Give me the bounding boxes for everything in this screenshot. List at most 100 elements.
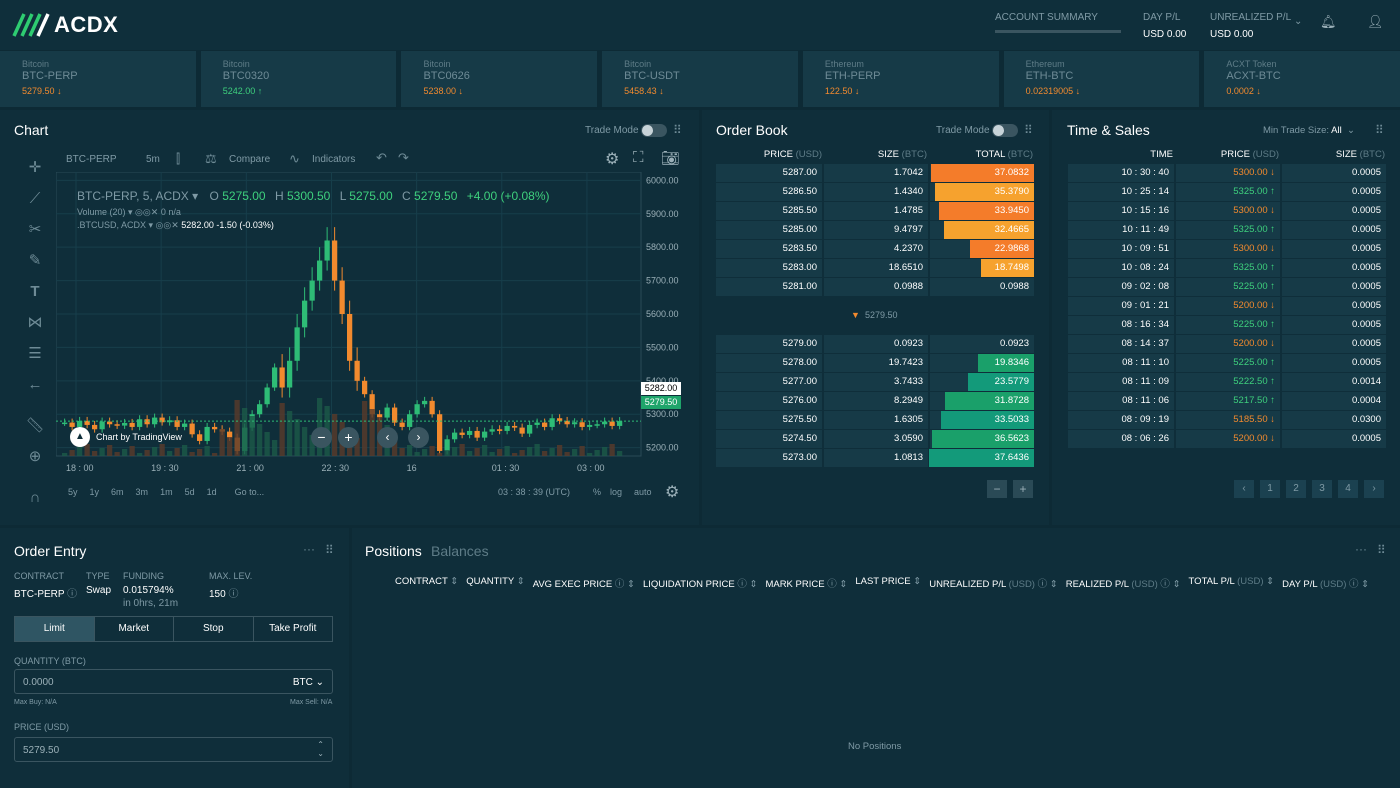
- time-range-button[interactable]: 1m: [160, 487, 173, 497]
- ticker-card[interactable]: Bitcoin BTC0320 5242.00 ↑: [200, 51, 397, 107]
- bid-row[interactable]: 5278.00 19.7423 19.8346: [716, 354, 1034, 372]
- positions-column[interactable]: CONTRACT ⇕: [395, 576, 458, 590]
- compare-icon[interactable]: ⚖: [205, 151, 217, 167]
- ask-row[interactable]: 5285.50 1.4785 33.9450: [716, 202, 1034, 220]
- ticker-card[interactable]: Ethereum ETH-PERP 122.50 ↓: [802, 51, 999, 107]
- account-summary[interactable]: ACCOUNT SUMMARY: [995, 12, 1121, 33]
- auto-toggle[interactable]: auto: [634, 487, 652, 497]
- drag-handle-icon[interactable]: ⠿: [673, 123, 682, 137]
- time-range-button[interactable]: 1d: [207, 487, 217, 497]
- bid-row[interactable]: 5273.00 1.0813 37.6436: [716, 449, 1034, 467]
- time-range-button[interactable]: 5y: [68, 487, 78, 497]
- ruler-icon[interactable]: 📏︎: [24, 410, 46, 441]
- ob-decrease-button[interactable]: −: [987, 480, 1007, 498]
- order-type-tab[interactable]: Take Profit: [252, 617, 333, 641]
- time-range-button[interactable]: 1y: [90, 487, 100, 497]
- positions-column[interactable]: LIQUIDATION PRICE ⓘ ⇕: [643, 576, 757, 590]
- chevron-down-icon[interactable]: ▾: [189, 189, 202, 203]
- redo-icon[interactable]: ↷: [398, 150, 409, 166]
- quantity-input[interactable]: 0.0000 BTC ⌄: [14, 669, 333, 694]
- camera-icon[interactable]: 📷︎: [661, 149, 680, 167]
- ask-row[interactable]: 5287.00 1.7042 37.0832: [716, 164, 1034, 182]
- page-button[interactable]: ‹: [1234, 480, 1254, 498]
- positions-column[interactable]: DAY P/L (USD) ⓘ ⇕: [1282, 576, 1369, 590]
- scroll-left-button[interactable]: ‹: [377, 427, 398, 448]
- prediction-icon[interactable]: ☰: [24, 338, 46, 369]
- positions-column[interactable]: QUANTITY ⇕: [466, 576, 524, 590]
- page-button[interactable]: 2: [1286, 480, 1306, 498]
- time-range-button[interactable]: 3m: [136, 487, 149, 497]
- ask-row[interactable]: 5285.00 9.4797 32.4665: [716, 221, 1034, 239]
- ask-row[interactable]: 5283.00 18.6510 18.7498: [716, 259, 1034, 277]
- fib-icon[interactable]: ✂: [24, 214, 46, 245]
- more-icon[interactable]: ···: [1355, 542, 1367, 556]
- bid-row[interactable]: 5276.00 8.2949 31.8728: [716, 392, 1034, 410]
- pattern-icon[interactable]: ⋈: [24, 307, 46, 338]
- ticker-card[interactable]: Bitcoin BTC0626 5238.00 ↓: [401, 51, 598, 107]
- settings-gear-icon[interactable]: ⚙: [605, 149, 619, 169]
- order-type-tab[interactable]: Market: [93, 617, 174, 641]
- order-type-tab[interactable]: Limit: [15, 617, 94, 641]
- ticker-card[interactable]: ACXT Token ACXT-BTC 0.0002 ↓: [1204, 51, 1400, 107]
- bid-row[interactable]: 5275.50 1.6305 33.5033: [716, 411, 1034, 429]
- undo-icon[interactable]: ↶: [376, 150, 387, 166]
- stepper-icon[interactable]: ⌃ ⌄: [317, 740, 324, 758]
- drag-handle-icon[interactable]: ⠿: [1375, 123, 1384, 137]
- indicators-icon[interactable]: ∿: [289, 151, 300, 167]
- positions-column[interactable]: REALIZED P/L (USD) ⓘ ⇕: [1066, 576, 1181, 590]
- tab-balances[interactable]: Balances: [431, 543, 489, 559]
- compare-button[interactable]: Compare: [229, 154, 270, 165]
- text-icon[interactable]: T: [24, 276, 46, 307]
- brand-logo[interactable]: ACDX: [12, 10, 118, 40]
- positions-column[interactable]: MARK PRICE ⓘ ⇕: [765, 576, 847, 590]
- ticker-card[interactable]: Bitcoin BTC-PERP 5279.50 ↓: [0, 51, 196, 107]
- ticker-card[interactable]: Ethereum ETH-BTC 0.02319005 ↓: [1003, 51, 1200, 107]
- candle-type-icon[interactable]: ⫿: [176, 151, 180, 167]
- bid-row[interactable]: 5277.00 3.7433 23.5779: [716, 373, 1034, 391]
- drag-handle-icon[interactable]: ⠿: [1024, 123, 1033, 137]
- chart-symbol[interactable]: BTC-PERP: [66, 154, 117, 165]
- min-trade-size[interactable]: Min Trade Size: All ⌄: [1263, 125, 1355, 136]
- positions-column[interactable]: TOTAL P/L (USD) ⇕: [1189, 576, 1275, 590]
- ask-row[interactable]: 5281.00 0.0988 0.0988: [716, 278, 1034, 296]
- page-button[interactable]: 1: [1260, 480, 1280, 498]
- percent-toggle[interactable]: %: [593, 487, 601, 497]
- time-range-button[interactable]: 6m: [111, 487, 124, 497]
- bid-row[interactable]: 5279.00 0.0923 0.0923: [716, 335, 1034, 353]
- user-icon[interactable]: 👤︎: [1367, 14, 1384, 30]
- crosshair-icon[interactable]: ✛: [24, 152, 46, 183]
- page-button[interactable]: ›: [1364, 480, 1384, 498]
- tradingview-attribution[interactable]: ▲ Chart by TradingView: [70, 427, 182, 447]
- order-type-tab[interactable]: Stop: [173, 617, 253, 641]
- chart-settings-icon[interactable]: ⚙: [665, 482, 679, 502]
- indicators-button[interactable]: Indicators: [312, 154, 355, 165]
- fullscreen-icon[interactable]: ⛶: [633, 149, 644, 166]
- back-arrow-icon[interactable]: ←: [24, 369, 46, 400]
- ob-increase-button[interactable]: +: [1013, 480, 1033, 498]
- ask-row[interactable]: 5283.50 4.2370 22.9868: [716, 240, 1034, 258]
- bid-row[interactable]: 5274.50 3.0590 36.5623: [716, 430, 1034, 448]
- price-input[interactable]: 5279.50 ⌃ ⌄: [14, 737, 333, 762]
- more-icon[interactable]: ···: [303, 542, 315, 556]
- tab-positions[interactable]: Positions: [365, 543, 422, 559]
- log-toggle[interactable]: log: [610, 487, 622, 497]
- trendline-icon[interactable]: ⟋: [24, 183, 46, 214]
- drag-handle-icon[interactable]: ⠿: [1377, 543, 1386, 557]
- time-range-button[interactable]: Go to...: [235, 487, 265, 497]
- zoom-icon[interactable]: ⊕: [24, 441, 46, 472]
- scroll-right-button[interactable]: ›: [408, 427, 429, 448]
- chevron-down-icon[interactable]: ⌄: [1294, 16, 1302, 27]
- zoom-out-button[interactable]: −: [311, 427, 332, 448]
- ob-trade-mode-toggle[interactable]: [992, 124, 1018, 137]
- positions-column[interactable]: UNREALIZED P/L (USD) ⓘ ⇕: [929, 576, 1058, 590]
- chart-interval[interactable]: 5m: [146, 154, 160, 165]
- page-button[interactable]: 4: [1338, 480, 1358, 498]
- ticker-card[interactable]: Bitcoin BTC-USDT 5458.43 ↓: [602, 51, 798, 107]
- time-range-button[interactable]: 5d: [185, 487, 195, 497]
- trade-mode-toggle[interactable]: [641, 124, 667, 137]
- zoom-in-button[interactable]: +: [338, 427, 359, 448]
- brush-icon[interactable]: ✎: [24, 245, 46, 276]
- ask-row[interactable]: 5286.50 1.4340 35.3790: [716, 183, 1034, 201]
- unit-selector[interactable]: BTC ⌄: [293, 677, 324, 688]
- positions-column[interactable]: AVG EXEC PRICE ⓘ ⇕: [533, 576, 635, 590]
